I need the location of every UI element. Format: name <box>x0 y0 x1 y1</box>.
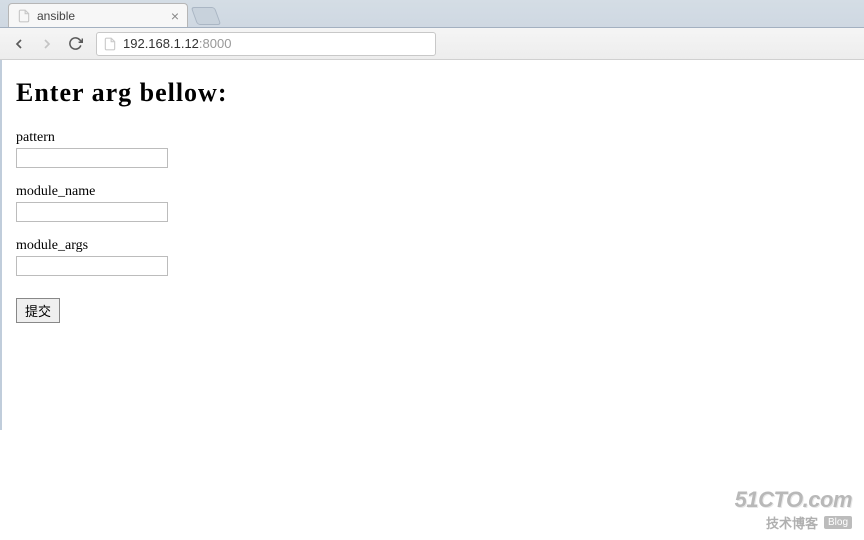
input-module-name[interactable] <box>16 202 168 222</box>
field-module-args: module_args <box>16 238 850 276</box>
back-button[interactable] <box>8 33 30 55</box>
submit-row: 提交 <box>16 298 850 323</box>
file-icon <box>103 37 117 51</box>
browser-toolbar: 192.168.1.12:8000 <box>0 28 864 60</box>
new-tab-button[interactable] <box>191 7 222 25</box>
watermark-site: 51CTO.com <box>735 487 852 513</box>
field-module-name: module_name <box>16 184 850 222</box>
close-tab-icon[interactable]: × <box>171 8 179 24</box>
label-pattern: pattern <box>16 130 850 146</box>
browser-tab[interactable]: ansible × <box>8 3 188 27</box>
url-port: :8000 <box>199 36 232 51</box>
field-pattern: pattern <box>16 130 850 168</box>
forward-button[interactable] <box>36 33 58 55</box>
page-content: Enter arg bellow: pattern module_name mo… <box>0 60 864 430</box>
url-host: 192.168.1.12 <box>123 36 199 51</box>
page-icon <box>17 9 31 23</box>
browser-tab-strip: ansible × <box>0 0 864 28</box>
input-pattern[interactable] <box>16 148 168 168</box>
reload-button[interactable] <box>64 33 86 55</box>
watermark-tagline: 技术博客 Blog <box>735 513 852 532</box>
tab-title: ansible <box>37 9 75 23</box>
address-bar[interactable]: 192.168.1.12:8000 <box>96 32 436 56</box>
label-module-args: module_args <box>16 238 850 254</box>
page-heading: Enter arg bellow: <box>16 78 850 108</box>
input-module-args[interactable] <box>16 256 168 276</box>
submit-button[interactable]: 提交 <box>16 298 60 323</box>
watermark: 51CTO.com 技术博客 Blog <box>735 487 852 532</box>
label-module-name: module_name <box>16 184 850 200</box>
watermark-badge: Blog <box>824 516 852 529</box>
